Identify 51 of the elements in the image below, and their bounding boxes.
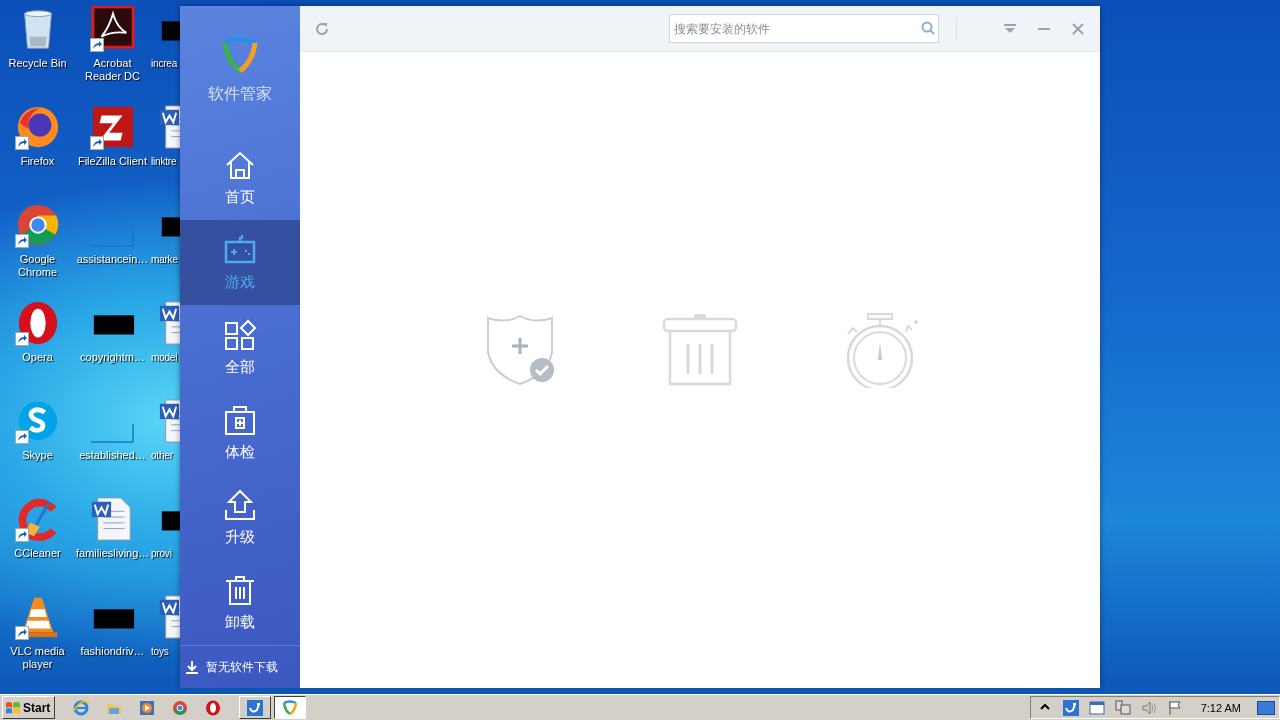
desktop-shortcut[interactable]: fashiondriv… xyxy=(75,594,150,692)
wave-app-icon[interactable] xyxy=(247,699,264,716)
nav-tab[interactable]: 全部 xyxy=(180,305,300,390)
trash-can-icon xyxy=(662,312,738,388)
app-name: 软件管家 xyxy=(208,84,272,104)
show-desktop-icon[interactable] xyxy=(1257,700,1275,715)
clock: 7:12 AM xyxy=(1200,701,1241,714)
desktop-shortcut[interactable]: Opera xyxy=(0,300,75,398)
search-field[interactable]: 搜索要安装的软件 xyxy=(669,14,939,43)
desktop-shortcut[interactable]: Skype xyxy=(0,398,75,496)
nav-tab[interactable]: 卸载 xyxy=(180,560,300,645)
wave-app-icon[interactable] xyxy=(1062,699,1079,716)
windows-flag-icon xyxy=(5,700,21,715)
desktop-shortcut[interactable]: FileZilla Client xyxy=(75,104,150,202)
nav-tab[interactable]: 体检 xyxy=(180,390,300,475)
desktop-shortcut[interactable]: Recycle Bin xyxy=(0,6,75,104)
grid-icon xyxy=(223,318,257,352)
nav-tab[interactable]: 首页 xyxy=(180,135,300,220)
desktop-shortcut[interactable]: marke xyxy=(150,202,180,300)
desktop-shortcut[interactable]: Google Chrome xyxy=(0,202,75,300)
ring-browser-icon[interactable] xyxy=(205,699,222,716)
download-status: 暂无软件下载 xyxy=(206,658,278,676)
speaker-icon[interactable] xyxy=(1140,699,1157,716)
network-icon[interactable] xyxy=(1114,699,1131,716)
media-player-icon[interactable] xyxy=(139,699,156,716)
desktop-shortcut[interactable]: CCleaner xyxy=(0,496,75,594)
desktop-shortcut[interactable]: assistancein… xyxy=(75,202,150,300)
upload-icon xyxy=(223,488,257,522)
desktop-shortcut[interactable]: Firefox xyxy=(0,104,75,202)
medical-kit-icon xyxy=(223,403,257,437)
desktop-shortcut[interactable]: VLC media player xyxy=(0,594,75,692)
browser-e-icon[interactable] xyxy=(73,699,90,716)
empty-thumbnail-icon xyxy=(91,423,134,443)
nav-tab[interactable]: 升级 xyxy=(180,475,300,560)
document-app-icon xyxy=(89,6,136,52)
desktop-shortcut[interactable]: provi xyxy=(150,496,180,594)
desktop-shortcut[interactable]: familiesliving… xyxy=(75,496,150,594)
nav-tab[interactable]: 游戏 xyxy=(180,220,300,305)
download-icon xyxy=(186,660,198,674)
minimize-icon xyxy=(1038,27,1050,30)
desktop-shortcut[interactable]: increa xyxy=(150,6,180,104)
trash-icon xyxy=(223,573,257,607)
shield-logo xyxy=(220,34,260,74)
close-icon xyxy=(1072,22,1084,35)
window-icon[interactable] xyxy=(1088,699,1105,716)
caret-icon xyxy=(1004,23,1016,34)
taskbar-button[interactable] xyxy=(274,696,307,719)
round-browser-icon[interactable] xyxy=(172,699,189,716)
flag-icon[interactable] xyxy=(1166,699,1183,716)
start-button[interactable]: Start xyxy=(2,696,56,719)
desktop-shortcut[interactable]: Acrobat Reader DC xyxy=(75,6,150,104)
